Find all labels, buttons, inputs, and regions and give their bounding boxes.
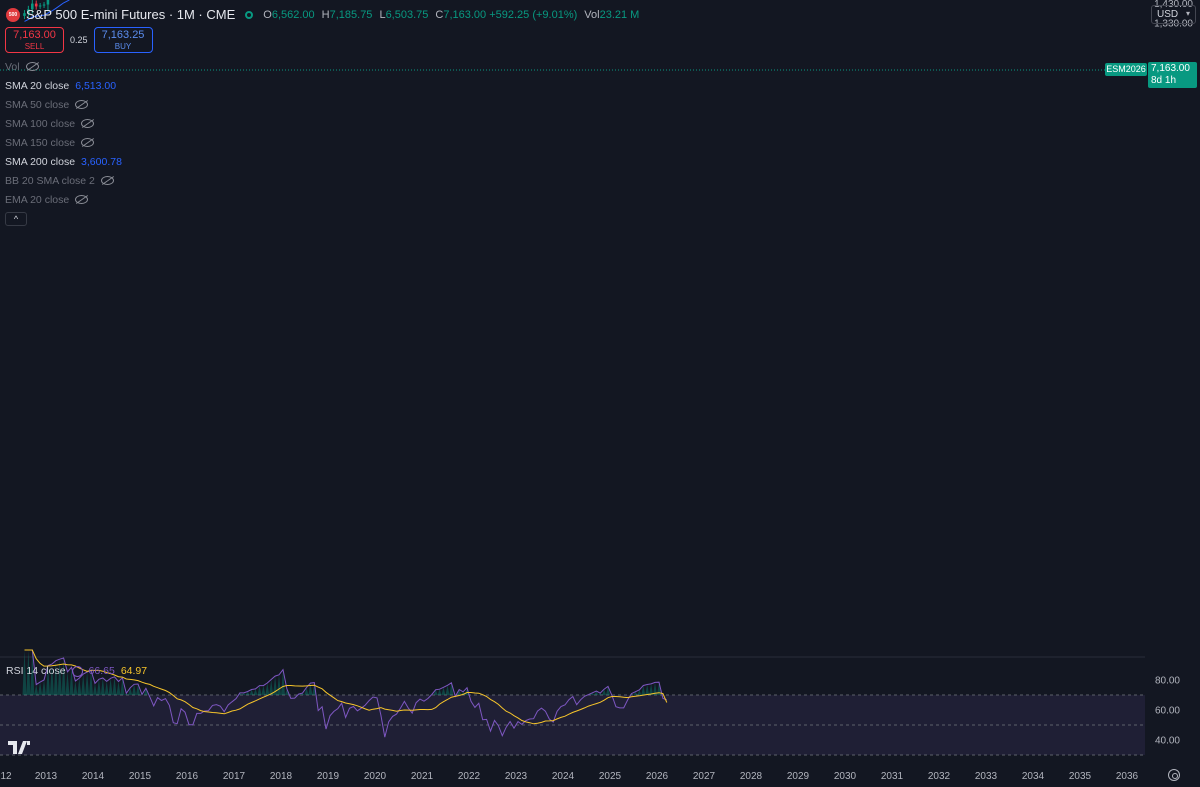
symbol-title[interactable]: S&P 500 E-mini Futures · 1M · CME (26, 7, 235, 22)
time-tick-label: 2028 (740, 771, 763, 782)
chart-canvas[interactable]: 7,600.006,350.005,750.005,350.004,950.00… (0, 0, 1200, 787)
time-tick-label: 12 (0, 771, 12, 782)
currency-select[interactable]: USD ▾ (1151, 5, 1196, 24)
time-tick-label: 2019 (317, 771, 340, 782)
spread-value: 0.25 (70, 35, 88, 45)
time-tick-label: 2030 (834, 771, 857, 782)
legend-row-sma150[interactable]: SMA 150 close (5, 133, 122, 152)
legend-row-bb[interactable]: BB 20 SMA close 2 (5, 171, 122, 190)
chevron-down-icon: ▾ (1185, 9, 1190, 18)
indicator-settings-icon[interactable] (71, 665, 83, 677)
tradingview-logo[interactable] (8, 741, 34, 755)
time-tick-label: 2023 (505, 771, 528, 782)
time-tick-label: 2031 (881, 771, 904, 782)
rsi-legend[interactable]: RSI 14 close 66.65 64.97 (6, 665, 147, 677)
gear-icon[interactable] (1168, 769, 1180, 781)
buy-label: BUY (114, 42, 132, 51)
buy-price: 7,163.25 (101, 29, 145, 41)
time-tick-label: 2013 (35, 771, 58, 782)
time-tick-label: 2026 (646, 771, 669, 782)
time-tick-label: 2032 (928, 771, 951, 782)
ohlc-volume: Vol23.21 M (584, 8, 640, 21)
time-tick-label: 2034 (1022, 771, 1045, 782)
time-tick-label: 2022 (458, 771, 481, 782)
legend-row-vol[interactable]: Vol (5, 57, 122, 76)
ohlc-high: H7,185.75 (321, 8, 373, 21)
eye-hidden-icon[interactable] (25, 62, 39, 71)
ohlc-close: C7,163.00 +592.25 (+9.01%) (435, 8, 578, 21)
sell-price: 7,163.00 (13, 29, 56, 41)
time-tick-label: 2024 (552, 771, 575, 782)
ohlc-open: O6,562.00 (263, 8, 315, 21)
eye-hidden-icon[interactable] (81, 119, 95, 128)
time-tick-label: 2029 (787, 771, 810, 782)
time-tick-label: 2036 (1116, 771, 1139, 782)
last-price-tag: 7,163.00 8d 1h (1148, 62, 1197, 88)
time-tick-label: 2025 (599, 771, 622, 782)
symbol-logo[interactable]: 500 (6, 7, 20, 22)
rsi-axis: 80.00 60.00 40.00 (1155, 676, 1180, 747)
indicator-legend: Vol SMA 20 close 6,513.00 SMA 50 close SM… (5, 57, 122, 226)
buy-button[interactable]: 7,163.25 BUY (93, 27, 153, 53)
eye-hidden-icon[interactable] (75, 195, 89, 204)
eye-hidden-icon[interactable] (81, 138, 95, 147)
ohlc-low: L6,503.75 (379, 8, 429, 21)
eye-hidden-icon[interactable] (100, 176, 114, 185)
time-axis: 12 2013 2014 2015 2016 2017 2018 2019 2020 2021 20… (0, 771, 1138, 782)
sell-label: SELL (24, 42, 45, 51)
time-tick-label: 2021 (411, 771, 434, 782)
time-tick-label: 2018 (270, 771, 293, 782)
collapse-legend-button[interactable]: ^ (5, 212, 27, 226)
legend-row-sma50[interactable]: SMA 50 close (5, 95, 122, 114)
time-tick-label: 2015 (129, 771, 152, 782)
rsi-tick-label: 40.00 (1155, 736, 1180, 747)
legend-row-ema20[interactable]: EMA 20 close (5, 190, 122, 209)
rsi-tick-label: 60.00 (1155, 706, 1180, 717)
time-tick-label: 2016 (176, 771, 199, 782)
time-tick-label: 2017 (223, 771, 246, 782)
rsi-tick-label: 80.00 (1155, 676, 1180, 687)
time-tick-label: 2033 (975, 771, 998, 782)
time-tick-label: 2027 (693, 771, 716, 782)
chart-header: 500 S&P 500 E-mini Futures · 1M · CME O6… (6, 7, 639, 22)
legend-row-sma20[interactable]: SMA 20 close 6,513.00 (5, 76, 122, 95)
time-tick-label: 2020 (364, 771, 387, 782)
market-status-icon (245, 10, 254, 19)
legend-row-sma200[interactable]: SMA 200 close 3,600.78 (5, 152, 122, 171)
time-tick-label: 2014 (82, 771, 105, 782)
ohlc-values: O6,562.00 H7,185.75 L6,503.75 C7,163.00 … (263, 9, 639, 21)
time-tick-label: 2035 (1069, 771, 1092, 782)
trade-panel: 7,163.00 SELL 0.25 7,163.25 BUY (5, 27, 153, 53)
symbol-price-tag: ESM2026 (1105, 63, 1147, 76)
sell-button[interactable]: 7,163.00 SELL (5, 27, 64, 53)
eye-hidden-icon[interactable] (75, 100, 89, 109)
legend-row-sma100[interactable]: SMA 100 close (5, 114, 122, 133)
